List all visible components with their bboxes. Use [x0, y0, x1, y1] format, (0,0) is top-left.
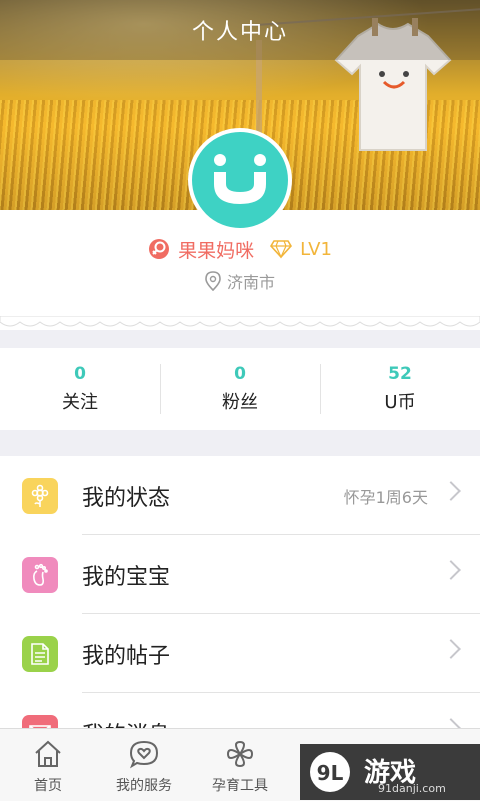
site-watermark: 9L 游戏 91danji.com: [300, 744, 480, 800]
tab-label: 孕育工具: [212, 778, 268, 794]
tab-label: 我的服务: [116, 778, 172, 794]
tab-label: 首页: [34, 778, 62, 794]
chevron-right-icon: [441, 639, 461, 659]
stat-value: 0: [234, 364, 246, 384]
app-logo-icon: [214, 154, 266, 204]
stat-value: 52: [388, 364, 412, 384]
menu-item-my-posts[interactable]: 我的帖子: [0, 614, 480, 693]
flower-icon: [22, 477, 58, 514]
home-icon: [35, 740, 61, 767]
diamond-icon: [270, 240, 293, 259]
stats-bar: 0 关注 0 粉丝 52 U币: [0, 348, 480, 430]
stat-label: U币: [384, 392, 416, 413]
svg-text:9L: 9L: [317, 761, 344, 785]
location-row: 济南市: [0, 268, 480, 294]
document-icon: [22, 635, 58, 672]
stat-label: 粉丝: [222, 392, 258, 413]
user-level: LV1: [300, 238, 332, 260]
tab-home[interactable]: 首页: [0, 729, 96, 801]
menu-list: 我的状态 怀孕1周6天 我的宝宝 我的帖子: [0, 456, 480, 756]
clover-icon: [226, 740, 254, 768]
stat-followers[interactable]: 0 粉丝: [160, 348, 320, 430]
tab-my-services[interactable]: 我的服务: [96, 729, 192, 801]
scallop-divider: [0, 316, 480, 327]
title-bar: 个人中心: [0, 0, 480, 60]
female-icon: [149, 239, 170, 259]
tab-parenting-tools[interactable]: 孕育工具: [192, 729, 288, 801]
stat-ucoins[interactable]: 52 U币: [320, 348, 480, 430]
watermark-domain: 91danji.com: [378, 782, 446, 795]
avatar[interactable]: [188, 128, 292, 232]
footprint-icon: [22, 556, 58, 593]
chevron-right-icon: [441, 481, 461, 501]
menu-item-my-baby[interactable]: 我的宝宝: [0, 535, 480, 614]
name-row: 果果妈咪 LV1: [0, 236, 480, 262]
user-location: 济南市: [226, 273, 275, 292]
pregnancy-status: 怀孕1周6天: [343, 487, 428, 507]
stat-following[interactable]: 0 关注: [0, 348, 160, 430]
chevron-right-icon: [441, 560, 461, 580]
user-name[interactable]: 果果妈咪: [178, 236, 254, 263]
watermark-logo: 9L: [310, 752, 350, 792]
menu-label: 我的帖子: [82, 643, 171, 669]
menu-label: 我的状态: [82, 485, 171, 511]
location-pin-icon: [205, 271, 221, 291]
stat-label: 关注: [62, 392, 98, 413]
menu-item-my-status[interactable]: 我的状态 怀孕1周6天: [0, 456, 480, 535]
profile-page: 个人中心 果果妈咪 LV1 济南市 0 关注 0 粉丝 52 U币 我的状态 怀…: [0, 0, 480, 801]
stat-value: 0: [74, 364, 86, 384]
menu-label: 我的宝宝: [82, 564, 171, 590]
page-title: 个人中心: [191, 20, 288, 45]
heart-chat-icon: [129, 740, 159, 769]
